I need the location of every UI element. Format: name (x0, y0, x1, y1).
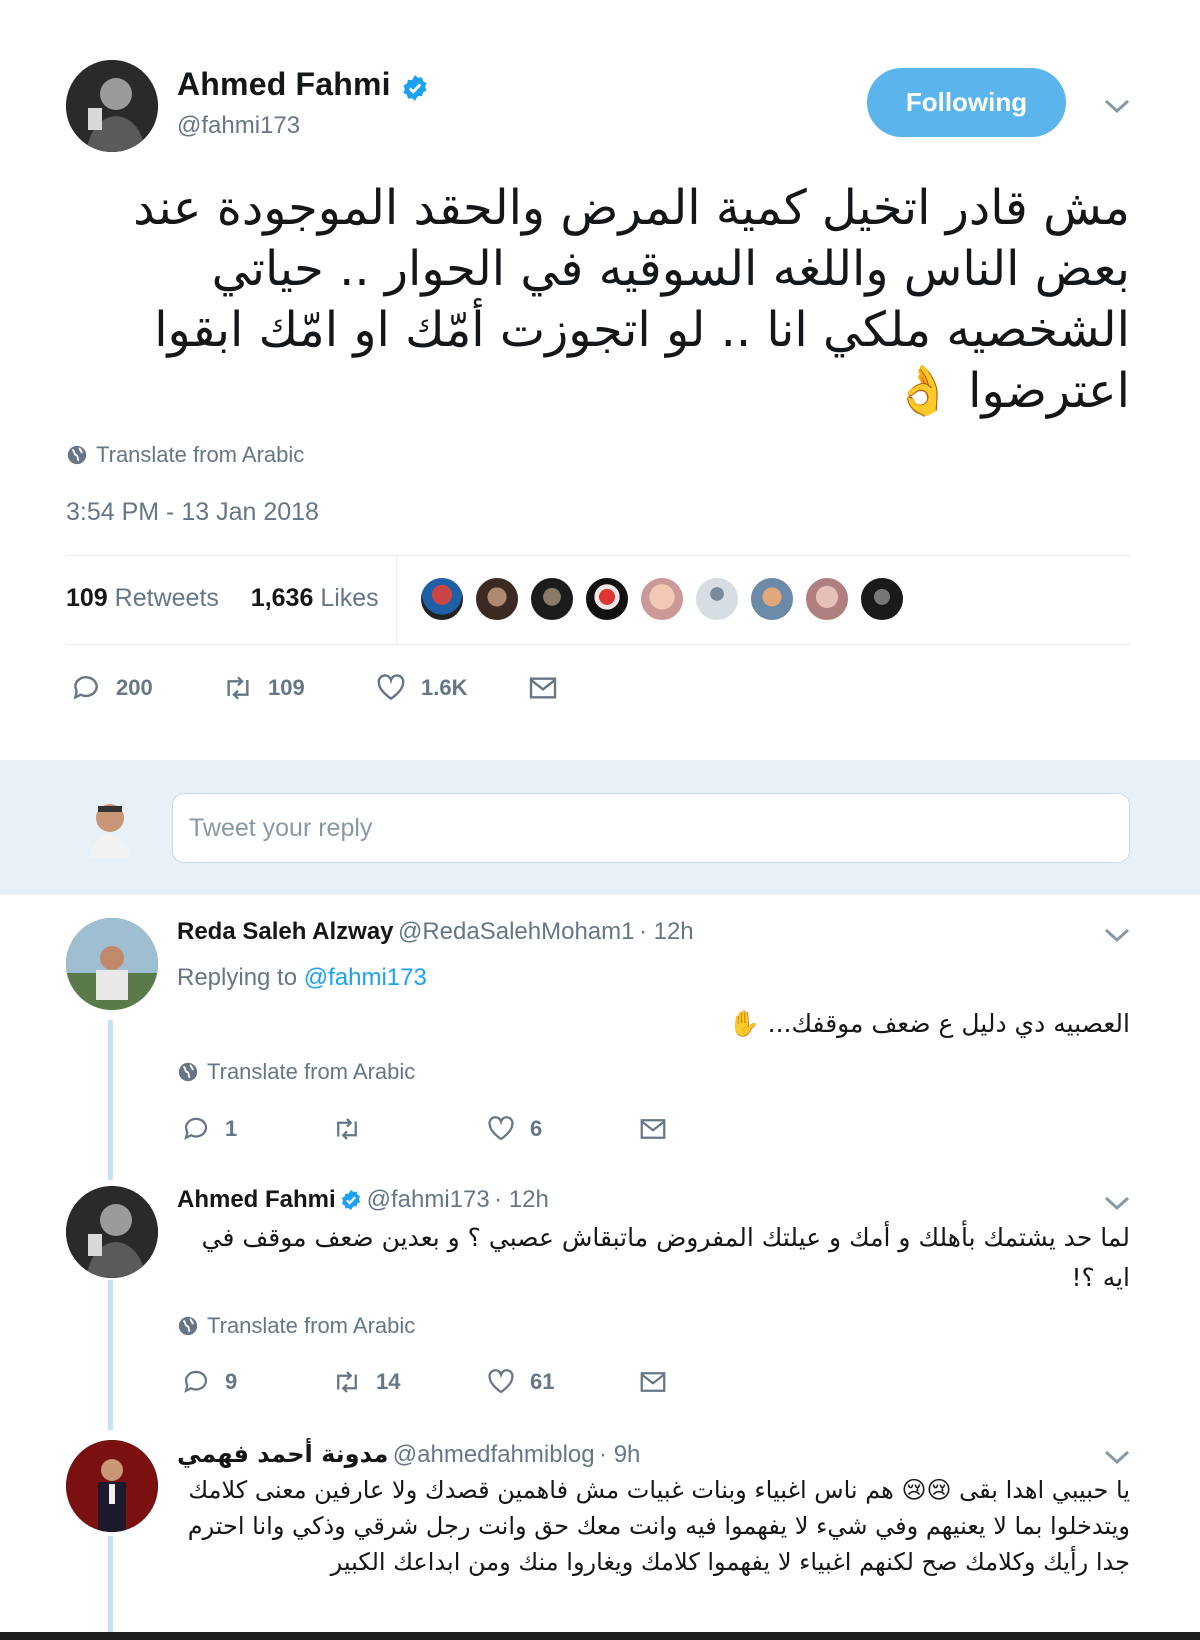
retweet-action[interactable] (332, 1114, 376, 1144)
retweets-stat[interactable]: 109 Retweets (66, 584, 219, 612)
retweet-icon (337, 1371, 357, 1393)
replying-to: Replying to @fahmi173 (177, 964, 427, 991)
globe-icon (178, 1316, 198, 1336)
reply-author-handle[interactable]: @RedaSalehMoham1 (398, 918, 635, 945)
reply-avatar[interactable] (66, 918, 158, 1010)
reply-header: Ahmed Fahmi @fahmi173 · 12h (177, 1186, 549, 1216)
liker-avatar[interactable] (859, 576, 905, 622)
like-action[interactable]: 6 (486, 1114, 542, 1144)
liker-avatar[interactable] (529, 576, 575, 622)
verified-icon (340, 1189, 362, 1216)
thread-line (108, 1536, 113, 1632)
chevron-down-icon[interactable] (1103, 925, 1131, 945)
reply-avatar[interactable] (66, 1186, 158, 1278)
message-action[interactable] (638, 1367, 668, 1397)
retweet-icon (337, 1118, 357, 1140)
reply-icon (73, 676, 98, 700)
reply-time[interactable]: · 12h (494, 1186, 549, 1213)
message-icon (529, 677, 557, 699)
reply-time[interactable]: · 12h (639, 918, 694, 945)
liker-avatar[interactable] (804, 576, 850, 622)
chevron-down-icon[interactable] (1103, 1193, 1131, 1213)
message-action[interactable] (638, 1114, 668, 1144)
chevron-down-icon[interactable] (1103, 1447, 1131, 1467)
like-icon (488, 1116, 514, 1141)
globe-icon (67, 445, 87, 465)
window-edge (0, 1632, 1200, 1640)
reply-icon (184, 1370, 208, 1393)
verified-icon (401, 74, 429, 107)
reply-author-handle[interactable]: @fahmi173 (367, 1186, 490, 1213)
reply-text: يا حبيبي اهدا بقى 😢😢 هم ناس اغبياء وبنات… (187, 1476, 1130, 1576)
divider (396, 556, 397, 644)
translate-link[interactable]: Translate from Arabic (66, 442, 304, 468)
author-avatar[interactable] (66, 60, 158, 152)
message-icon (640, 1119, 666, 1139)
liker-avatar[interactable] (694, 576, 740, 622)
tweet-text: مش قادر اتخيل كمية المرض والحقد الموجودة… (133, 180, 1130, 419)
reply-action[interactable]: 200 (70, 672, 153, 704)
reply-time[interactable]: · 9h (599, 1441, 640, 1468)
like-icon (377, 674, 405, 701)
current-user-avatar[interactable] (84, 796, 136, 858)
tweet-timestamp[interactable]: 3:54 PM - 13 Jan 2018 (66, 498, 319, 527)
thread-line (108, 1280, 113, 1430)
translate-link[interactable]: Translate from Arabic (177, 1313, 415, 1339)
reply-action[interactable]: 1 (181, 1114, 237, 1144)
reply-author-name[interactable]: Ahmed Fahmi (177, 1186, 336, 1213)
retweet-action[interactable]: 14 (332, 1367, 400, 1397)
retweet-icon (227, 676, 249, 700)
chevron-down-icon[interactable] (1103, 96, 1131, 116)
likes-stat[interactable]: 1,636 Likes (251, 584, 379, 612)
liker-avatar[interactable] (584, 576, 630, 622)
reply-header: مدونة أحمد فهمي @ahmedfahmiblog · 9h (177, 1440, 640, 1469)
thread-line (108, 1020, 113, 1180)
retweet-action[interactable]: 109 (222, 672, 305, 704)
reply-author-name[interactable]: Reda Saleh Alzway (177, 918, 394, 945)
liker-avatar[interactable] (419, 576, 465, 622)
reply-author-name[interactable]: مدونة أحمد فهمي (177, 1440, 388, 1468)
replying-to-link[interactable]: @fahmi173 (304, 964, 427, 991)
liker-avatar[interactable] (749, 576, 795, 622)
tweet-stats: 109 Retweets 1,636 Likes (66, 584, 379, 613)
following-button[interactable]: Following (867, 68, 1066, 137)
reply-text: لما حد يشتمك بأهلك و أمك و عيلتك المفروض… (201, 1223, 1130, 1292)
liker-avatar[interactable] (474, 576, 520, 622)
reply-action[interactable]: 9 (181, 1367, 237, 1397)
reply-input[interactable]: Tweet your reply (172, 793, 1130, 863)
translate-label: Translate from Arabic (96, 442, 305, 467)
author-handle[interactable]: @fahmi173 (177, 112, 300, 140)
author-name[interactable]: Ahmed Fahmi (177, 66, 391, 102)
message-icon (640, 1372, 666, 1392)
message-action[interactable] (527, 672, 559, 704)
reply-avatar[interactable] (66, 1440, 158, 1532)
divider (66, 555, 1130, 556)
reply-header: Reda Saleh Alzway @RedaSalehMoham1 · 12h (177, 918, 694, 946)
like-action[interactable]: 61 (486, 1367, 554, 1397)
reply-author-handle[interactable]: @ahmedfahmiblog (393, 1441, 595, 1468)
like-action[interactable]: 1.6K (375, 672, 467, 704)
divider (66, 644, 1130, 645)
liker-avatar[interactable] (639, 576, 685, 622)
reply-text: العصبيه دي دليل ع ضعف موقفك... ✋ (728, 1009, 1130, 1038)
like-icon (488, 1369, 514, 1394)
globe-icon (178, 1062, 198, 1082)
reply-icon (184, 1117, 208, 1140)
translate-link[interactable]: Translate from Arabic (177, 1059, 415, 1085)
author-header: Ahmed Fahmi (177, 66, 429, 107)
